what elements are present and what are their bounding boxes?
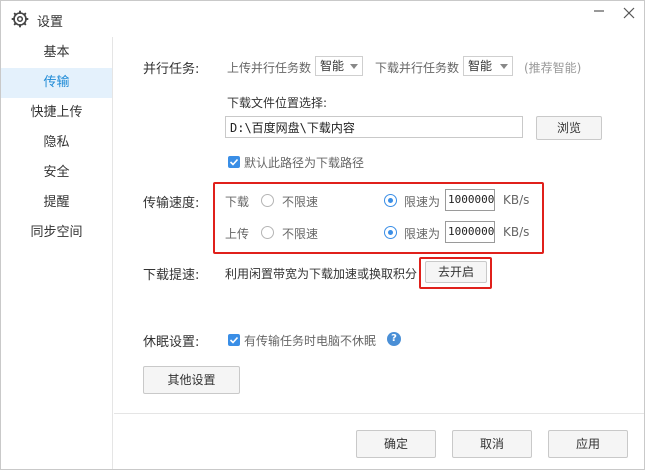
transfer-speed-label: 传输速度:: [143, 196, 200, 211]
download-unlimited-label: 不限速: [282, 195, 319, 209]
cancel-button[interactable]: 取消: [452, 430, 532, 458]
chevron-down-icon: [350, 64, 358, 69]
upload-limit-label: 限速为: [404, 227, 441, 241]
sidebar-item-reminder[interactable]: 提醒: [1, 188, 112, 218]
upload-parallel-label: 上传并行任务数: [227, 61, 312, 75]
upload-speed-input[interactable]: 1000000: [445, 221, 495, 243]
download-speed-unit: KB/s: [503, 193, 530, 207]
upload-speed-label: 上传: [225, 227, 250, 241]
title-bar[interactable]: 设置: [1, 1, 644, 37]
minimize-button[interactable]: [584, 1, 614, 31]
download-limit-radio[interactable]: [384, 194, 397, 207]
download-speed-label: 下载: [225, 195, 250, 209]
dialog-footer: 确定 取消 应用: [114, 413, 644, 469]
sidebar-item-security[interactable]: 安全: [1, 158, 112, 188]
ok-button[interactable]: 确定: [356, 430, 436, 458]
download-unlimited-radio[interactable]: [261, 194, 274, 207]
sidebar-item-privacy[interactable]: 隐私: [1, 128, 112, 158]
sidebar-item-quick-upload[interactable]: 快捷上传: [1, 98, 112, 128]
prevent-sleep-label: 有传输任务时电脑不休眠: [244, 334, 377, 348]
browse-button[interactable]: 浏览: [536, 116, 602, 140]
minimize-icon: [594, 10, 604, 12]
gear-icon: [11, 10, 29, 28]
checkmark-icon: [229, 158, 239, 166]
default-path-checkbox[interactable]: [228, 156, 240, 168]
upload-speed-unit: KB/s: [503, 225, 530, 239]
sidebar-item-sync-space[interactable]: 同步空间: [1, 218, 112, 248]
chevron-down-icon: [500, 64, 508, 69]
prevent-sleep-checkbox[interactable]: [228, 334, 240, 346]
upload-unlimited-radio[interactable]: [261, 226, 274, 239]
download-speed-input[interactable]: 1000000: [445, 189, 495, 211]
settings-window: 设置 基本 传输 快捷上传 隐私 安全 提醒 同步空间 并行任务: 上传并行任务…: [0, 0, 645, 470]
download-parallel-select[interactable]: 智能: [463, 56, 513, 76]
upload-unlimited-label: 不限速: [282, 227, 319, 241]
upload-parallel-value: 智能: [320, 59, 345, 73]
download-parallel-label: 下载并行任务数: [375, 61, 460, 75]
upload-parallel-select[interactable]: 智能: [315, 56, 363, 76]
download-boost-label: 下载提速:: [143, 268, 200, 283]
help-icon[interactable]: ?: [387, 332, 401, 346]
sleep-setting-label: 休眠设置:: [143, 335, 200, 350]
parallel-tasks-label: 并行任务:: [143, 62, 200, 77]
download-path-input[interactable]: [225, 116, 523, 138]
default-path-checkbox-label: 默认此路径为下载路径: [244, 156, 365, 170]
sidebar-item-transfer[interactable]: 传输: [1, 68, 112, 98]
enable-boost-button[interactable]: 去开启: [425, 261, 487, 283]
download-parallel-value: 智能: [468, 59, 493, 73]
close-button[interactable]: [614, 1, 644, 31]
checkmark-icon: [229, 336, 239, 344]
window-title: 设置: [37, 15, 64, 30]
download-boost-description: 利用闲置带宽为下载加速或换取积分: [225, 267, 418, 281]
sidebar-item-basic[interactable]: 基本: [1, 38, 112, 68]
settings-sidebar: 基本 传输 快捷上传 隐私 安全 提醒 同步空间: [1, 37, 113, 469]
apply-button[interactable]: 应用: [548, 430, 628, 458]
download-limit-label: 限速为: [404, 195, 441, 209]
close-icon: [623, 7, 635, 19]
download-location-label: 下载文件位置选择:: [227, 96, 328, 110]
parallel-hint: (推荐智能): [524, 61, 582, 75]
other-settings-button[interactable]: 其他设置: [143, 366, 240, 394]
transfer-settings-panel: 并行任务: 上传并行任务数 智能 下载并行任务数 智能 (推荐智能) 下载文件位…: [114, 37, 644, 413]
upload-limit-radio[interactable]: [384, 226, 397, 239]
